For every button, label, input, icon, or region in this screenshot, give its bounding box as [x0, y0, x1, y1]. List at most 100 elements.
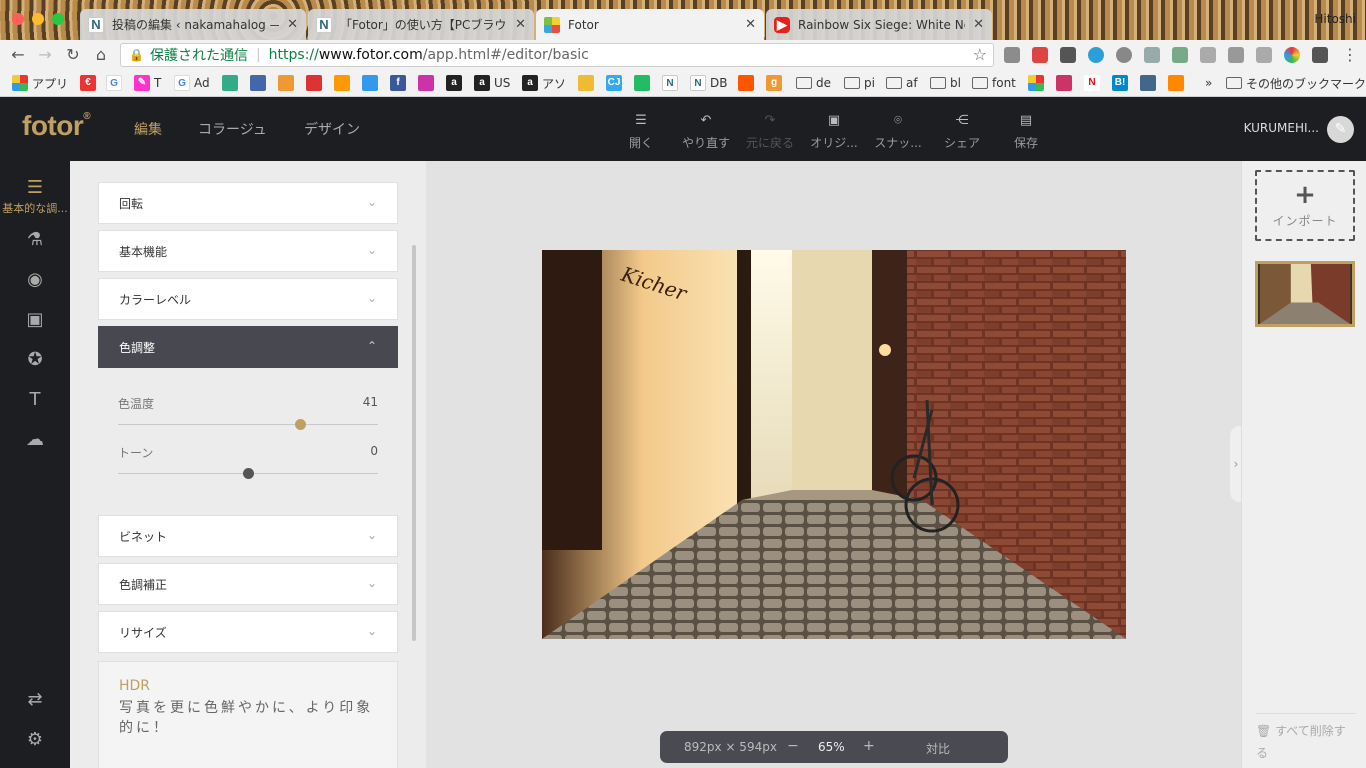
reload-icon[interactable]: ↻ — [63, 45, 83, 65]
rail-settings[interactable]: ⚙ — [0, 729, 70, 750]
other-bookmarks-folder[interactable]: その他のブックマーク — [1226, 75, 1366, 91]
bookmark-folder[interactable]: font — [972, 75, 1016, 91]
extension-icon[interactable] — [1116, 47, 1132, 63]
undo-button[interactable]: ↶ やり直す — [676, 113, 736, 151]
redo-button[interactable]: ↷ 元に戻る — [740, 113, 800, 151]
open-button[interactable]: ☰ 開く — [611, 113, 671, 151]
drive-extension-icon[interactable] — [1228, 47, 1244, 63]
bookmark-item[interactable] — [334, 75, 350, 91]
browser-tab[interactable]: N 「Fotor」の使い方【PCブラウザ ✕ — [308, 9, 534, 40]
bookmark-item[interactable] — [1168, 75, 1184, 91]
bookmark-item[interactable] — [278, 75, 294, 91]
bookmark-item[interactable]: G — [106, 75, 122, 91]
rail-frames[interactable]: ▣ — [0, 309, 70, 330]
extension-icon[interactable] — [1172, 47, 1188, 63]
minimize-window-button[interactable] — [32, 13, 44, 25]
bookmark-item[interactable] — [250, 75, 266, 91]
profile-name[interactable]: Hitoshi — [1314, 12, 1356, 26]
bookmark-item[interactable]: G Ad — [174, 75, 210, 91]
extension-icon[interactable] — [1088, 47, 1104, 63]
bookmark-item[interactable] — [222, 75, 238, 91]
bookmark-item[interactable] — [634, 75, 650, 91]
bookmark-item[interactable]: a US — [474, 75, 510, 91]
compare-button[interactable]: 対比 — [926, 740, 950, 757]
delete-all-button[interactable]: 🗑 すべて削除する — [1256, 713, 1356, 764]
import-button[interactable]: + インポート — [1255, 170, 1355, 241]
bookmark-item[interactable] — [362, 75, 378, 91]
bookmark-folder[interactable]: pi — [844, 75, 875, 91]
extension-icon[interactable] — [1256, 47, 1272, 63]
bookmark-apps[interactable]: アプリ — [12, 75, 68, 91]
bookmark-item[interactable]: N — [1084, 75, 1100, 91]
section-vignette[interactable]: ビネット ⌄ — [98, 515, 398, 557]
bookmark-item[interactable]: B! — [1112, 75, 1128, 91]
bookmark-item[interactable]: CJ — [606, 75, 622, 91]
home-icon[interactable]: ⌂ — [91, 45, 111, 65]
zoom-in-button[interactable]: + — [863, 738, 875, 754]
more-bookmarks-chevron-icon[interactable]: » — [1205, 75, 1212, 91]
rail-beauty[interactable]: ◉ — [0, 269, 70, 290]
bookmark-folder[interactable]: de — [796, 75, 831, 91]
bookmark-item[interactable]: g — [766, 75, 782, 91]
image-thumbnail[interactable] — [1255, 261, 1355, 327]
section-color-correction[interactable]: 色調補正 ⌄ — [98, 563, 398, 605]
bookmark-item[interactable] — [738, 75, 754, 91]
bookmark-star-icon[interactable]: ☆ — [973, 45, 987, 64]
tone-slider-track[interactable] — [118, 468, 378, 479]
color-extension-icon[interactable] — [1284, 47, 1300, 63]
browser-tab[interactable]: N 投稿の編集 ‹ nakamahalog — W ✕ — [80, 9, 306, 40]
fotor-logo[interactable]: fotor® — [22, 110, 91, 142]
evernote-extension-icon[interactable] — [1060, 47, 1076, 63]
tone-slider-thumb[interactable] — [242, 468, 254, 479]
tab-close-icon[interactable]: ✕ — [973, 17, 984, 32]
rail-basic-adjust[interactable]: ☰ 基本的な調... — [0, 177, 70, 216]
browser-tab[interactable]: ▶ Rainbow Six Siege: White Nois ✕ — [766, 9, 992, 40]
url-input[interactable]: 🔒 保護された通信 | https:// www.fotor.com /app.… — [120, 43, 994, 67]
gmail-extension-icon[interactable] — [1032, 47, 1048, 63]
bookmark-item[interactable]: a — [446, 75, 462, 91]
forward-arrow-icon[interactable]: → — [35, 45, 55, 65]
rail-text[interactable]: T — [0, 389, 70, 410]
bookmark-item[interactable] — [418, 75, 434, 91]
bookmark-item[interactable] — [1028, 75, 1044, 91]
tab-close-icon[interactable]: ✕ — [515, 17, 526, 32]
rail-swap[interactable]: ⇄ — [0, 689, 70, 710]
bookmark-folder[interactable]: af — [886, 75, 918, 91]
avatar[interactable]: ✎ — [1327, 116, 1354, 143]
panel-scrollbar[interactable] — [412, 245, 416, 641]
back-arrow-icon[interactable]: ← — [8, 45, 28, 65]
nav-edit[interactable]: 編集 — [134, 119, 162, 139]
bookmark-item[interactable]: a アソ — [522, 75, 566, 91]
bookmark-folder[interactable]: bl — [930, 75, 961, 91]
bookmark-item[interactable] — [1140, 75, 1156, 91]
share-button[interactable]: ⋲ シェア — [932, 113, 992, 151]
rail-effects[interactable]: ⚗ — [0, 229, 70, 250]
section-resize[interactable]: リサイズ ⌄ — [98, 611, 398, 653]
temperature-slider-track[interactable] — [118, 419, 378, 430]
section-basic[interactable]: 基本機能 ⌄ — [98, 230, 398, 272]
bookmark-item[interactable] — [578, 75, 594, 91]
tab-close-icon[interactable]: ✕ — [287, 17, 298, 32]
tab-close-icon[interactable]: ✕ — [745, 17, 756, 32]
nav-design[interactable]: デザイン — [304, 119, 360, 139]
menu-dots-icon[interactable]: ⋮ — [1340, 45, 1360, 65]
section-color-levels[interactable]: カラーレベル ⌄ — [98, 278, 398, 320]
account-name[interactable]: KURUMEHI... — [1244, 121, 1319, 135]
zoom-window-button[interactable] — [52, 13, 64, 25]
nav-collage[interactable]: コラージュ — [198, 119, 267, 139]
browser-tab-active[interactable]: Fotor ✕ — [536, 9, 764, 40]
rail-upload[interactable]: ☁ — [0, 429, 70, 450]
rail-stickers[interactable]: ✪ — [0, 349, 70, 370]
extension-icon[interactable] — [1200, 47, 1216, 63]
temperature-slider-thumb[interactable] — [294, 419, 306, 430]
hdr-promo-card[interactable]: HDR 写真を更に色鮮やかに、より印象的に！ — [98, 661, 398, 768]
close-window-button[interactable] — [12, 13, 24, 25]
section-color-adjust[interactable]: 色調整 ⌃ — [98, 326, 398, 368]
bookmark-item[interactable]: N DB — [690, 75, 727, 91]
bookmark-item[interactable] — [1056, 75, 1072, 91]
bookmark-item[interactable] — [306, 75, 322, 91]
bookmark-item[interactable]: ✎ T — [134, 75, 161, 91]
extension-icon[interactable] — [1004, 47, 1020, 63]
original-button[interactable]: ▣ オリジ... — [804, 113, 864, 151]
zoom-out-button[interactable]: − — [787, 738, 799, 754]
